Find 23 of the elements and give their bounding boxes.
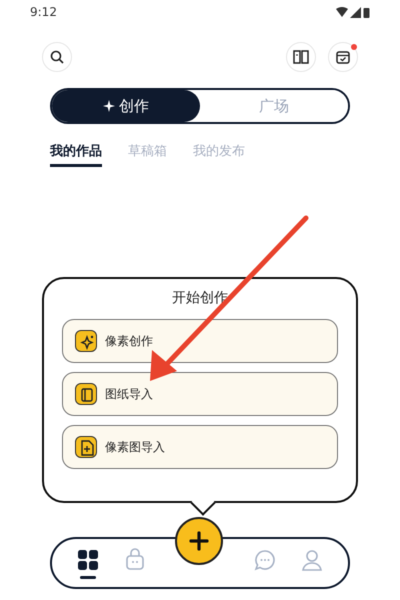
- battery-icon: [363, 6, 370, 18]
- calendar-button[interactable]: [328, 42, 358, 72]
- mode-tab[interactable]: 创作: [52, 90, 200, 122]
- calendar-icon: [336, 50, 350, 64]
- signal-icon: [350, 6, 361, 18]
- book-icon: [293, 50, 309, 64]
- popup-title: 开始创作: [172, 289, 228, 307]
- create-button[interactable]: [175, 517, 223, 565]
- create-option[interactable]: 像素创作: [62, 319, 338, 363]
- user-icon: [300, 548, 324, 572]
- sparkle-icon: [103, 100, 115, 112]
- search-icon: [50, 50, 64, 64]
- create-option[interactable]: 像素图导入: [62, 425, 338, 469]
- grid-icon: [76, 548, 100, 572]
- chat-bubble-icon: [253, 548, 277, 572]
- wifi-icon: [336, 6, 348, 18]
- nav-item[interactable]: [76, 548, 100, 578]
- search-button[interactable]: [42, 42, 72, 72]
- content-tab[interactable]: 我的作品: [50, 142, 102, 167]
- create-option[interactable]: 图纸导入: [62, 372, 338, 416]
- plus-icon: [189, 531, 209, 551]
- status-time: 9:12: [30, 5, 57, 19]
- book-button[interactable]: [286, 42, 316, 72]
